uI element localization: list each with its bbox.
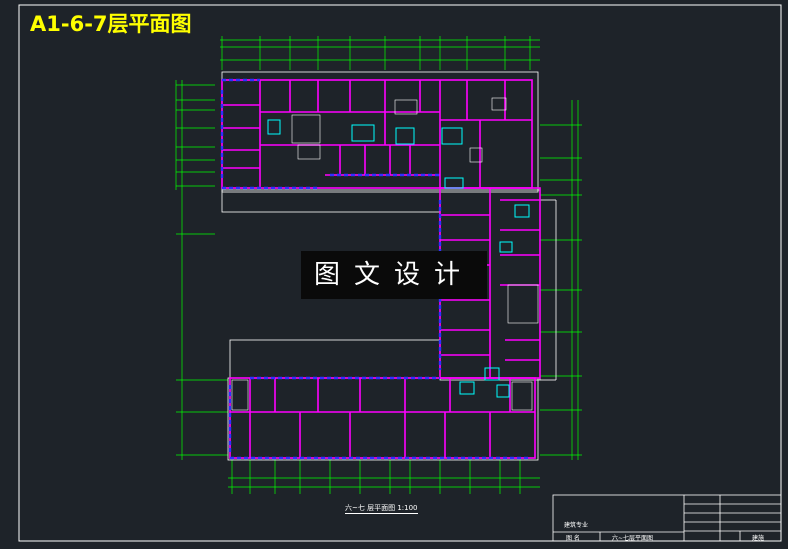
title-block-name-label: 图 名 (566, 535, 580, 542)
title-block-sheet-code: 建施 (752, 535, 765, 542)
dimension-lines-top (220, 36, 540, 70)
watermark: 图文设计 (301, 251, 487, 299)
south-wing-walls (229, 377, 536, 459)
dimension-lines-right (540, 100, 582, 460)
title-block-sheet-name: 六~七层平面图 (612, 535, 654, 542)
drawing-title: A1-6-7层平面图 (30, 12, 192, 36)
plan-caption: 六~七 层平面图 1:100 (345, 504, 418, 514)
title-block-top-label: 建筑专业 (564, 522, 589, 529)
title-block (552, 494, 782, 542)
dimension-lines-bottom (228, 460, 540, 494)
dimension-lines-left (175, 80, 228, 460)
